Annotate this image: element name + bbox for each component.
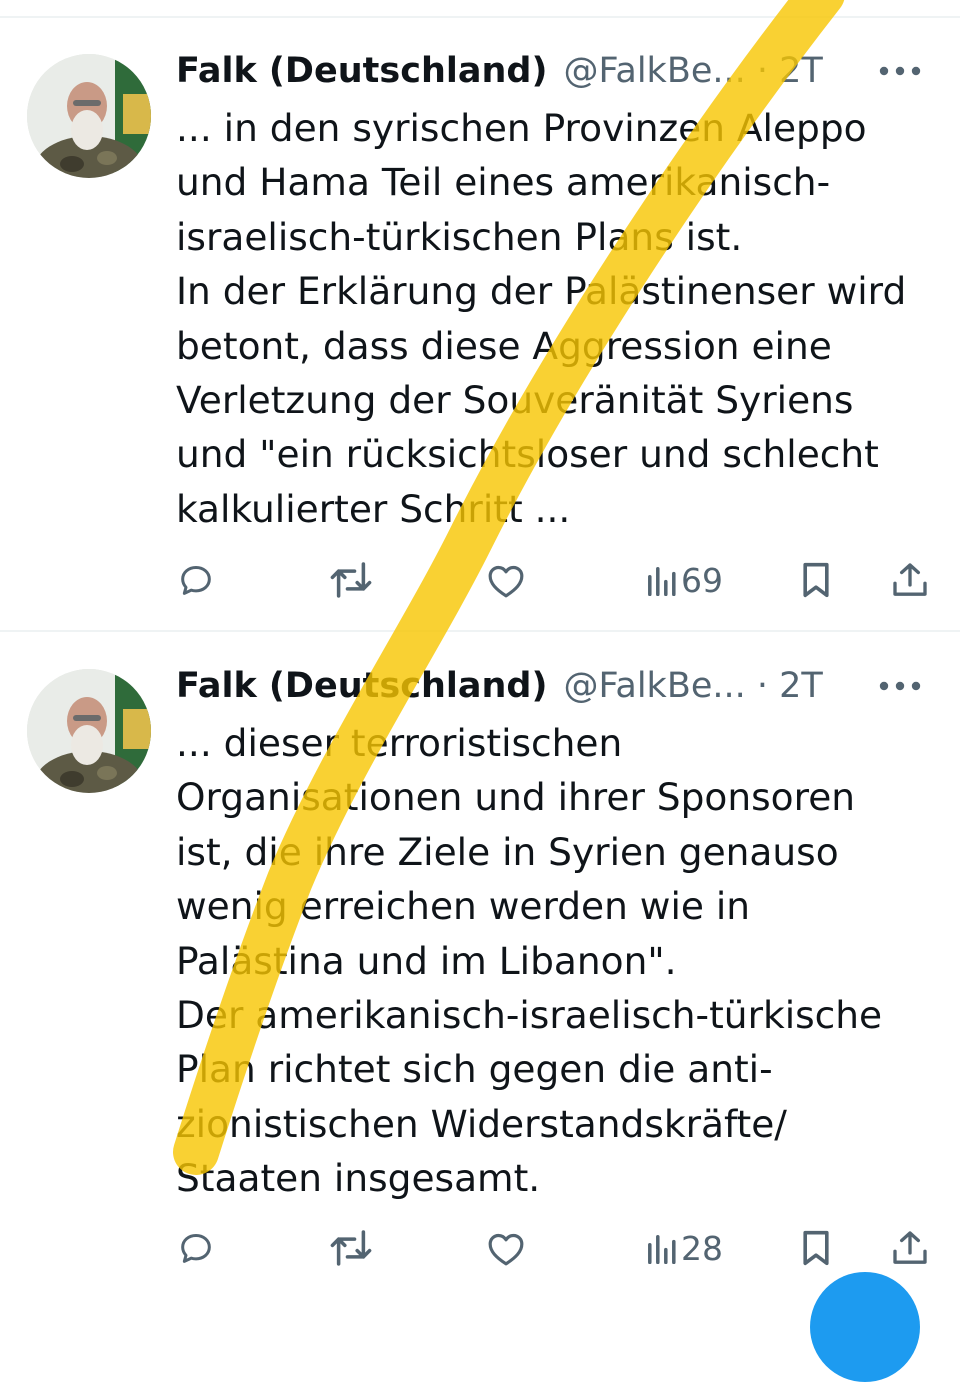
tweet-text-line: Staaten insgesamt. [176, 1156, 541, 1201]
view-count: 69 [681, 560, 723, 600]
tweet-text-line: ... dieser terroristischen [176, 721, 623, 765]
author-handle-time[interactable]: @FalkBe... · 2T [563, 46, 822, 96]
bookmark-button[interactable] [798, 550, 834, 610]
author-name[interactable]: Falk (Deutschland) [176, 46, 547, 96]
compose-button[interactable] [810, 1272, 920, 1382]
tweet-header: Falk (Deutschland) @FalkBe... · 2T [176, 46, 940, 96]
tweet-text: ... in den syrischen Provinzen Aleppo un… [176, 101, 946, 536]
views-button[interactable]: 28 [645, 1218, 723, 1278]
tweet-text-line: betont, dass diese Aggression eine [176, 323, 832, 368]
more-horizontal-icon[interactable] [872, 46, 928, 96]
bookmark-button[interactable] [798, 1218, 834, 1278]
share-button[interactable] [890, 1218, 930, 1278]
tweet-text-line: ... in den syrischen Provinzen Aleppo [176, 106, 867, 150]
reply-icon [181, 566, 211, 595]
retweet-icon [330, 1230, 372, 1266]
share-icon [893, 1231, 927, 1264]
like-button[interactable] [486, 550, 526, 610]
share-icon [893, 563, 927, 596]
views-button[interactable]: 69 [645, 550, 723, 610]
tweet-text-line: Palästina und im Libanon". [176, 938, 677, 983]
view-count: 28 [681, 1228, 723, 1268]
tweet-text-line: Verletzung der Souveränität Syriens [176, 378, 854, 423]
avatar[interactable] [27, 669, 151, 793]
tweet-text-line: und Hama Teil eines amerikanisch- [176, 160, 831, 205]
share-button[interactable] [890, 550, 930, 610]
tweet-text-line: wenig erreichen werden wie in [176, 884, 751, 929]
more-horizontal-icon[interactable] [872, 661, 928, 711]
avatar[interactable] [27, 54, 151, 178]
tweet-text-line: kalkulierter Schritt ... [176, 486, 571, 531]
author-handle-time[interactable]: @FalkBe... · 2T [563, 661, 822, 711]
tweet-text: ... dieser terroristischen Organisatione… [176, 716, 946, 1206]
retweet-button[interactable] [328, 550, 374, 610]
tweet-text-line: zionistischen Widerstandskräfte/ [176, 1101, 787, 1146]
tweet-text-line: und "ein rücksichtsloser und schlecht [176, 432, 879, 477]
tweet-text-line: In der Erklärung der Palästinenser wird [176, 269, 907, 314]
views-chart-icon [648, 1235, 676, 1264]
tweet-actions: 69 [0, 550, 960, 610]
bookmark-icon [803, 1230, 829, 1266]
views-chart-icon [648, 567, 676, 596]
retweet-icon [330, 562, 372, 598]
tweet-divider [0, 630, 960, 632]
tweet-text-line: Der amerikanisch-israelisch-türkische [176, 993, 883, 1038]
like-button[interactable] [486, 1218, 526, 1278]
tweet-text-line: Plan richtet sich gegen die anti- [176, 1047, 773, 1092]
tweet-text-line: israelisch-türkischen Plans ist. [176, 214, 743, 259]
reply-icon [181, 1234, 211, 1263]
tweet-header: Falk (Deutschland) @FalkBe... · 2T [176, 661, 940, 711]
heart-icon [488, 565, 524, 598]
reply-button[interactable] [176, 550, 216, 610]
tweet-text-line: Organisationen und ihrer Sponsoren [176, 775, 856, 820]
heart-icon [488, 1233, 524, 1266]
author-name[interactable]: Falk (Deutschland) [176, 661, 547, 711]
bookmark-icon [803, 562, 829, 598]
tweet-text-line: ist, die ihre Ziele in Syrien genauso [176, 829, 839, 874]
tweet-actions: 28 [0, 1218, 960, 1278]
top-divider [0, 16, 960, 18]
retweet-button[interactable] [328, 1218, 374, 1278]
reply-button[interactable] [176, 1218, 216, 1278]
